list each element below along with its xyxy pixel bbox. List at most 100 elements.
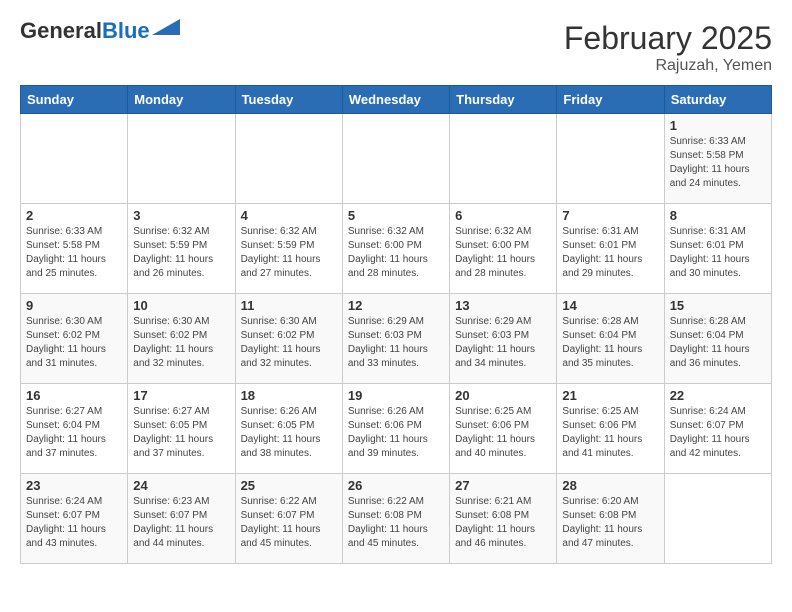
logo-blue: Blue: [102, 18, 150, 43]
day-number: 10: [133, 298, 229, 313]
day-info: Sunrise: 6:32 AMSunset: 5:59 PMDaylight:…: [241, 225, 337, 281]
day-cell: 5 Sunrise: 6:32 AMSunset: 6:00 PMDaylight…: [342, 204, 449, 294]
day-cell: 1Sunrise: 6:33 AMSunset: 5:58 PMDaylight…: [664, 114, 771, 204]
day-cell: 13Sunrise: 6:29 AMSunset: 6:03 PMDayligh…: [450, 294, 557, 384]
logo-icon: [152, 19, 180, 35]
day-cell: [128, 114, 235, 204]
weekday-header-thursday: Thursday: [450, 86, 557, 114]
day-info: Sunrise: 6:30 AMSunset: 6:02 PMDaylight:…: [26, 315, 122, 371]
day-number: 21: [562, 388, 658, 403]
day-number: 16: [26, 388, 122, 403]
page-subtitle: Rajuzah, Yemen: [564, 57, 772, 75]
day-info: Sunrise: 6:26 AMSunset: 6:06 PMDaylight:…: [348, 405, 444, 461]
day-cell: 8 Sunrise: 6:31 AMSunset: 6:01 PMDaylight…: [664, 204, 771, 294]
day-info: Sunrise: 6:31 AMSunset: 6:01 PMDaylight:…: [562, 225, 658, 281]
week-row-5: 23Sunrise: 6:24 AMSunset: 6:07 PMDayligh…: [21, 474, 772, 564]
day-number: 19: [348, 388, 444, 403]
day-number: 4: [241, 208, 337, 223]
day-info: Sunrise: 6:28 AMSunset: 6:04 PMDaylight:…: [562, 315, 658, 371]
day-cell: 3 Sunrise: 6:32 AMSunset: 5:59 PMDaylight…: [128, 204, 235, 294]
day-cell: [21, 114, 128, 204]
day-info: Sunrise: 6:32 AMSunset: 5:59 PMDaylight:…: [133, 225, 229, 281]
day-number: 18: [241, 388, 337, 403]
day-number: 8: [670, 208, 766, 223]
day-cell: 9 Sunrise: 6:30 AMSunset: 6:02 PMDaylight…: [21, 294, 128, 384]
page-header: GeneralBlue February 2025 Rajuzah, Yemen: [20, 20, 772, 75]
weekday-header-saturday: Saturday: [664, 86, 771, 114]
day-cell: [342, 114, 449, 204]
day-number: 27: [455, 478, 551, 493]
logo: GeneralBlue: [20, 20, 180, 42]
day-cell: 18Sunrise: 6:26 AMSunset: 6:05 PMDayligh…: [235, 384, 342, 474]
day-info: Sunrise: 6:33 AMSunset: 5:58 PMDaylight:…: [26, 225, 122, 281]
week-row-4: 16 Sunrise: 6:27 AMSunset: 6:04 PMDayligh…: [21, 384, 772, 474]
day-cell: 21 Sunrise: 6:25 AMSunset: 6:06 PMDayligh…: [557, 384, 664, 474]
title-block: February 2025 Rajuzah, Yemen: [564, 20, 772, 75]
day-info: Sunrise: 6:29 AMSunset: 6:03 PMDaylight:…: [348, 315, 444, 371]
day-number: 3: [133, 208, 229, 223]
day-cell: 4 Sunrise: 6:32 AMSunset: 5:59 PMDaylight…: [235, 204, 342, 294]
day-info: Sunrise: 6:22 AMSunset: 6:07 PMDaylight:…: [241, 495, 337, 551]
day-number: 9: [26, 298, 122, 313]
day-cell: [235, 114, 342, 204]
day-number: 26: [348, 478, 444, 493]
day-number: 25: [241, 478, 337, 493]
day-info: Sunrise: 6:30 AMSunset: 6:02 PMDaylight:…: [241, 315, 337, 371]
day-number: 17: [133, 388, 229, 403]
weekday-header-tuesday: Tuesday: [235, 86, 342, 114]
weekday-header-monday: Monday: [128, 86, 235, 114]
day-number: 22: [670, 388, 766, 403]
calendar-body: 1Sunrise: 6:33 AMSunset: 5:58 PMDaylight…: [21, 114, 772, 564]
day-info: Sunrise: 6:20 AMSunset: 6:08 PMDaylight:…: [562, 495, 658, 551]
day-cell: 28 Sunrise: 6:20 AMSunset: 6:08 PMDayligh…: [557, 474, 664, 564]
day-cell: 23Sunrise: 6:24 AMSunset: 6:07 PMDayligh…: [21, 474, 128, 564]
day-number: 6: [455, 208, 551, 223]
page-title: February 2025: [564, 20, 772, 57]
day-info: Sunrise: 6:24 AMSunset: 6:07 PMDaylight:…: [670, 405, 766, 461]
day-info: Sunrise: 6:21 AMSunset: 6:08 PMDaylight:…: [455, 495, 551, 551]
day-info: Sunrise: 6:25 AMSunset: 6:06 PMDaylight:…: [562, 405, 658, 461]
day-cell: 2 Sunrise: 6:33 AMSunset: 5:58 PMDaylight…: [21, 204, 128, 294]
day-cell: 24Sunrise: 6:23 AMSunset: 6:07 PMDayligh…: [128, 474, 235, 564]
day-cell: 20 Sunrise: 6:25 AMSunset: 6:06 PMDayligh…: [450, 384, 557, 474]
day-cell: 15 Sunrise: 6:28 AMSunset: 6:04 PMDayligh…: [664, 294, 771, 384]
day-info: Sunrise: 6:25 AMSunset: 6:06 PMDaylight:…: [455, 405, 551, 461]
day-number: 12: [348, 298, 444, 313]
day-number: 5: [348, 208, 444, 223]
day-number: 24: [133, 478, 229, 493]
day-cell: 25 Sunrise: 6:22 AMSunset: 6:07 PMDayligh…: [235, 474, 342, 564]
day-number: 13: [455, 298, 551, 313]
day-number: 15: [670, 298, 766, 313]
week-row-2: 2 Sunrise: 6:33 AMSunset: 5:58 PMDaylight…: [21, 204, 772, 294]
day-number: 11: [241, 298, 337, 313]
day-cell: 10 Sunrise: 6:30 AMSunset: 6:02 PMDayligh…: [128, 294, 235, 384]
calendar-table: SundayMondayTuesdayWednesdayThursdayFrid…: [20, 85, 772, 564]
day-info: Sunrise: 6:31 AMSunset: 6:01 PMDaylight:…: [670, 225, 766, 281]
day-cell: [450, 114, 557, 204]
day-number: 2: [26, 208, 122, 223]
day-cell: 17Sunrise: 6:27 AMSunset: 6:05 PMDayligh…: [128, 384, 235, 474]
weekday-header-sunday: Sunday: [21, 86, 128, 114]
day-info: Sunrise: 6:30 AMSunset: 6:02 PMDaylight:…: [133, 315, 229, 371]
weekday-header-wednesday: Wednesday: [342, 86, 449, 114]
day-cell: 12 Sunrise: 6:29 AMSunset: 6:03 PMDayligh…: [342, 294, 449, 384]
day-info: Sunrise: 6:28 AMSunset: 6:04 PMDaylight:…: [670, 315, 766, 371]
day-number: 7: [562, 208, 658, 223]
calendar-header: SundayMondayTuesdayWednesdayThursdayFrid…: [21, 86, 772, 114]
weekday-row: SundayMondayTuesdayWednesdayThursdayFrid…: [21, 86, 772, 114]
day-cell: 26Sunrise: 6:22 AMSunset: 6:08 PMDayligh…: [342, 474, 449, 564]
day-info: Sunrise: 6:32 AMSunset: 6:00 PMDaylight:…: [455, 225, 551, 281]
weekday-header-friday: Friday: [557, 86, 664, 114]
week-row-1: 1Sunrise: 6:33 AMSunset: 5:58 PMDaylight…: [21, 114, 772, 204]
day-info: Sunrise: 6:27 AMSunset: 6:04 PMDaylight:…: [26, 405, 122, 461]
logo-text: GeneralBlue: [20, 20, 150, 42]
day-info: Sunrise: 6:32 AMSunset: 6:00 PMDaylight:…: [348, 225, 444, 281]
day-cell: [557, 114, 664, 204]
day-cell: [664, 474, 771, 564]
logo-general: General: [20, 18, 102, 43]
day-number: 14: [562, 298, 658, 313]
day-number: 20: [455, 388, 551, 403]
day-cell: 6 Sunrise: 6:32 AMSunset: 6:00 PMDaylight…: [450, 204, 557, 294]
week-row-3: 9 Sunrise: 6:30 AMSunset: 6:02 PMDaylight…: [21, 294, 772, 384]
day-number: 28: [562, 478, 658, 493]
